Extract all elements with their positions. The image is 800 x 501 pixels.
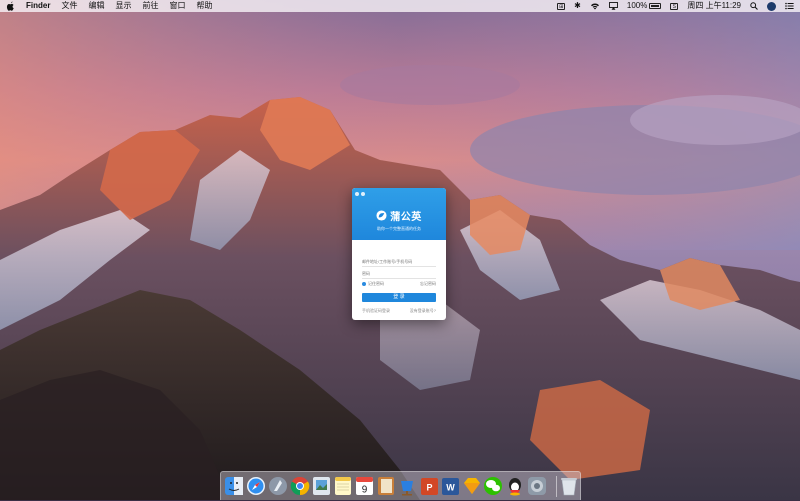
register-link[interactable]: 没有登录账号?	[410, 308, 436, 314]
bottom-links: 手机验证码登录 没有登录账号?	[362, 308, 436, 314]
qq-icon[interactable]	[509, 478, 521, 496]
remember-checkbox[interactable]	[362, 282, 366, 286]
window-minimize-button[interactable]	[361, 192, 365, 196]
menu-app-finder[interactable]: Finder	[26, 0, 50, 12]
chrome-icon[interactable]	[290, 476, 310, 496]
forgot-password-link[interactable]: 忘记密码	[420, 281, 436, 287]
menu-bar: Finder 文件 编辑 显示 前往 窗口 帮助 ⊞ ✱ 100% S 周四 上…	[0, 0, 800, 12]
apple-menu-icon[interactable]	[6, 1, 15, 11]
wechat-icon[interactable]	[484, 477, 502, 495]
launchpad-icon[interactable]	[269, 477, 287, 495]
password-input[interactable]	[362, 268, 436, 279]
finder-icon[interactable]	[225, 477, 243, 495]
menu-view[interactable]: 显示	[115, 0, 131, 12]
username-input[interactable]	[362, 256, 436, 267]
menu-window[interactable]: 窗口	[169, 0, 185, 12]
window-close-button[interactable]	[355, 192, 359, 196]
menu-help[interactable]: 帮助	[196, 0, 212, 12]
battery-icon	[649, 3, 662, 9]
menu-edit[interactable]: 编辑	[88, 0, 104, 12]
safari-icon[interactable]	[247, 477, 265, 495]
menu-file[interactable]: 文件	[61, 0, 77, 12]
login-header: 蒲公英 助你一个完整直通的任务	[352, 188, 446, 240]
tagline: 助你一个完整直通的任务	[377, 226, 421, 231]
pgyer-logo-icon	[376, 210, 387, 221]
trash-icon[interactable]	[561, 478, 577, 496]
login-window: 蒲公英 助你一个完整直通的任务 记住密码 忘记密码 登 录 手机验证码登录 没有…	[352, 188, 446, 320]
remember-label[interactable]: 记住密码	[368, 281, 384, 287]
word-icon[interactable]: W	[442, 478, 459, 495]
keynote-icon[interactable]	[401, 481, 413, 496]
menu-go[interactable]: 前往	[142, 0, 158, 12]
brand-name: 蒲公英	[390, 212, 422, 223]
powerpoint-icon[interactable]: P	[421, 478, 438, 495]
battery-percentage[interactable]: 100%	[626, 0, 662, 12]
bluetooth-icon[interactable]: ✱	[574, 0, 581, 12]
calendar-day: 9	[362, 485, 368, 496]
input-method-icon[interactable]: S	[670, 2, 679, 10]
svg-text:W: W	[446, 483, 455, 493]
calendar-icon[interactable]: 9	[356, 477, 373, 496]
sms-login-link[interactable]: 手机验证码登录	[362, 308, 390, 314]
notification-center-icon[interactable]	[785, 2, 794, 10]
spotlight-icon[interactable]	[750, 2, 758, 10]
dock-icons: 9 P W	[225, 476, 577, 496]
remember-row: 记住密码 忘记密码	[362, 281, 436, 287]
dock: 9 P W	[220, 471, 581, 500]
svg-text:P: P	[426, 483, 432, 493]
menu-clock[interactable]: 周四 上午11:29	[687, 0, 741, 12]
login-button[interactable]: 登 录	[362, 293, 436, 302]
preview-icon[interactable]	[313, 477, 330, 495]
wifi-icon[interactable]	[590, 2, 600, 10]
user-avatar-icon[interactable]	[767, 1, 776, 11]
battery-text: 100%	[626, 1, 648, 10]
notes-icon[interactable]	[335, 477, 351, 495]
system-preferences-icon[interactable]	[528, 477, 546, 495]
brand: 蒲公英	[352, 208, 446, 223]
sketch-icon[interactable]	[464, 478, 480, 494]
airplay-icon[interactable]	[608, 2, 618, 10]
status-app-icon[interactable]: ⊞	[557, 2, 566, 10]
dock-separator	[556, 476, 557, 497]
books-icon[interactable]	[378, 477, 394, 495]
